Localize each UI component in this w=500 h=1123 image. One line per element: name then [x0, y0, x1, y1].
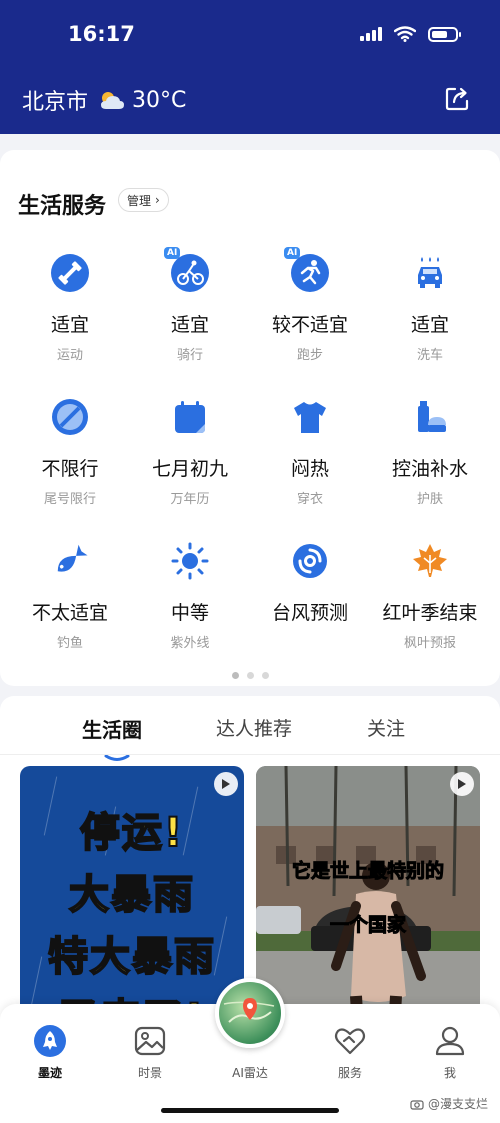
post-caption-line: 一个国家 — [329, 914, 406, 937]
location-pin-icon — [223, 998, 275, 1023]
camera-icon — [410, 1099, 424, 1110]
watermark-text: @漫支支烂 — [427, 1097, 488, 1111]
feed-tabs: 生活圈 达人推荐 关注 — [0, 714, 500, 761]
ai-badge: AI — [284, 247, 301, 259]
running-icon: AI — [284, 247, 331, 294]
service-item-maple[interactable]: 红叶季结束 枫叶预报 — [370, 534, 490, 678]
play-icon — [450, 772, 474, 796]
city-name: 北京市 — [22, 90, 89, 115]
page-dot — [231, 672, 239, 679]
tshirt-icon — [289, 396, 331, 438]
service-item-calendar[interactable]: 七月初九 万年历 — [130, 390, 250, 534]
no-restriction-icon — [49, 396, 91, 438]
service-item-typhoon[interactable]: 台风预测 — [250, 534, 370, 678]
cellular-signal-icon — [360, 27, 382, 41]
share-icon[interactable] — [444, 86, 470, 112]
app-header: 16:17 北京市 30°C — [0, 0, 500, 134]
heart-handshake-icon — [333, 1024, 367, 1058]
dumbbell-icon — [49, 252, 91, 294]
typhoon-icon — [289, 540, 331, 582]
tab-life-circle[interactable]: 生活圈 — [82, 714, 142, 743]
tab-following[interactable]: 关注 — [367, 714, 405, 741]
chevron-right-icon: › — [155, 193, 160, 207]
service-item-car-wash[interactable]: 适宜 洗车 — [370, 246, 490, 390]
services-grid: 适宜 运动 AI 适宜 骑行 AI 较不适宜 跑步 适宜 洗车 不限行 尾号限行… — [10, 246, 490, 678]
nav-item-scenery[interactable]: 时景 — [110, 1024, 190, 1081]
ai-radar-button[interactable] — [215, 978, 285, 1048]
partly-cloudy-icon — [101, 92, 125, 109]
calendar-icon — [169, 396, 211, 438]
divider — [0, 754, 500, 755]
service-item-traffic[interactable]: 不限行 尾号限行 — [10, 390, 130, 534]
photo-icon — [133, 1024, 167, 1058]
nav-item-moji[interactable]: 墨迹 — [10, 1024, 90, 1081]
watermark: @漫支支烂 — [410, 1095, 488, 1112]
ai-badge: AI — [164, 247, 181, 259]
post-headline-line: 停运! — [79, 809, 185, 857]
main-content: 生活服务 管理 › 适宜 运动 AI 适宜 骑行 AI 较不适宜 跑步 适宜 洗… — [0, 134, 500, 1123]
skincare-icon — [409, 396, 451, 438]
page-indicator — [0, 672, 500, 679]
life-services-card: 生活服务 管理 › 适宜 运动 AI 适宜 骑行 AI 较不适宜 跑步 适宜 洗… — [0, 150, 500, 686]
status-icons — [360, 26, 461, 42]
user-icon — [433, 1024, 467, 1058]
home-indicator — [161, 1108, 339, 1113]
battery-icon — [428, 26, 461, 42]
section-title: 生活服务 — [18, 194, 107, 219]
page-dot — [246, 672, 254, 679]
location-weather[interactable]: 北京市 30°C — [22, 84, 186, 116]
nav-item-services[interactable]: 服务 — [310, 1024, 390, 1081]
sun-icon — [169, 540, 211, 582]
service-item-uv[interactable]: 中等 紫外线 — [130, 534, 250, 678]
manage-label: 管理 — [127, 193, 152, 208]
fish-icon — [49, 540, 91, 582]
wifi-icon — [394, 26, 416, 42]
service-item-cycling[interactable]: AI 适宜 骑行 — [130, 246, 250, 390]
tab-expert-picks[interactable]: 达人推荐 — [216, 714, 292, 741]
car-wash-icon — [409, 252, 451, 294]
service-item-skincare[interactable]: 控油补水 护肤 — [370, 390, 490, 534]
tab-active-indicator — [104, 754, 130, 761]
post-caption-line: 它是世上最特别的 — [291, 860, 444, 883]
page-dot — [261, 672, 269, 679]
temperature: 30°C — [132, 87, 187, 113]
cycling-icon: AI — [164, 247, 211, 294]
moji-home-icon — [33, 1024, 67, 1058]
post-headline-line: 特大暴雨 — [47, 933, 216, 981]
nav-item-me[interactable]: 我 — [410, 1024, 490, 1081]
manage-button[interactable]: 管理 › — [118, 188, 169, 212]
maple-leaf-icon — [409, 540, 451, 582]
status-time: 16:17 — [68, 22, 135, 46]
service-item-sport[interactable]: 适宜 运动 — [10, 246, 130, 390]
service-item-fishing[interactable]: 不太适宜 钓鱼 — [10, 534, 130, 678]
service-item-clothing[interactable]: 闷热 穿衣 — [250, 390, 370, 534]
post-headline-line: 大暴雨 — [68, 871, 195, 919]
service-item-running[interactable]: AI 较不适宜 跑步 — [250, 246, 370, 390]
play-icon — [214, 772, 238, 796]
